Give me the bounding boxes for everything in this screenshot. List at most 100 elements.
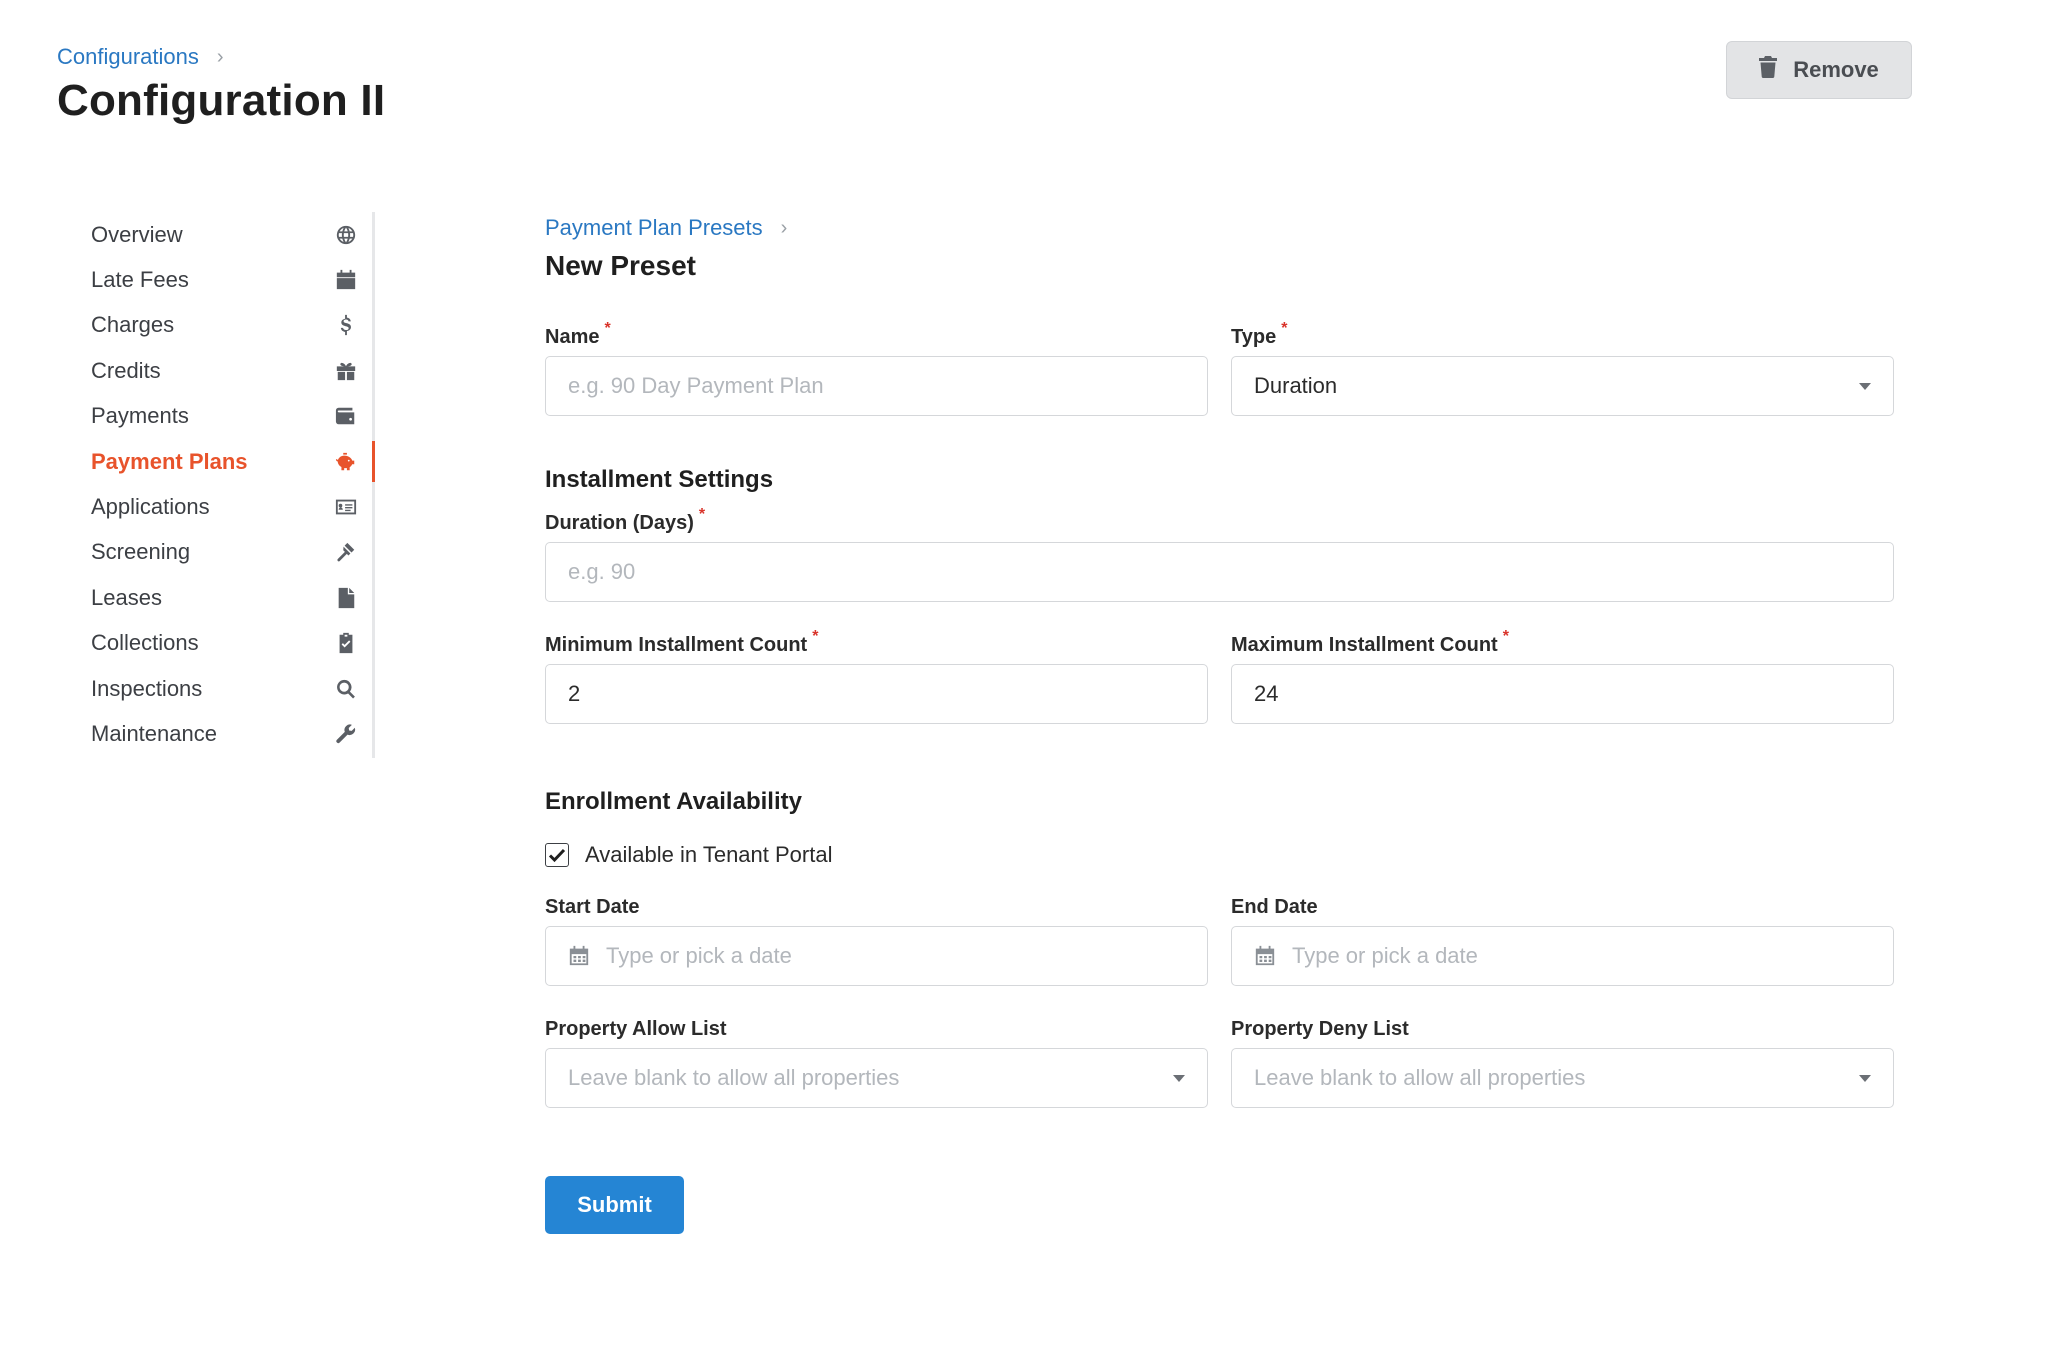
property-list-row: Property Allow List Leave blank to allow… [545,1018,1895,1108]
submit-button[interactable]: Submit [545,1176,684,1234]
preset-form: Payment Plan Presets › New Preset Name *… [545,212,1895,1234]
name-type-row: Name * e.g. 90 Day Payment Plan Type * D… [545,320,1895,416]
name-label-text: Name [545,326,600,348]
tenant-portal-checkbox[interactable] [545,843,569,867]
type-select-value: Duration [1254,373,1338,398]
max-count-label: Maximum Installment Count * [1231,628,1894,664]
sidebar-item-overview[interactable]: Overview [57,212,372,257]
name-input[interactable]: e.g. 90 Day Payment Plan [545,356,1208,416]
chevron-right-icon: › [780,216,788,239]
sidebar-item-label: Leases [91,584,162,610]
breadcrumb: Configurations › [57,44,224,70]
min-count-input[interactable]: 2 [545,664,1208,724]
installment-count-row: Minimum Installment Count * 2 Maximum In… [545,628,1895,724]
gavel-icon [334,540,358,564]
sidebar-item-screening[interactable]: Screening [57,530,372,575]
calendar-icon [334,268,358,292]
sidebar-item-inspections[interactable]: Inspections [57,666,372,711]
required-marker: * [604,320,611,337]
remove-button-label: Remove [1793,57,1879,82]
sidebar-item-applications[interactable]: Applications [57,484,372,529]
enrollment-availability-heading: Enrollment Availability [545,788,802,815]
sidebar-item-payment-plans[interactable]: Payment Plans [57,439,375,484]
sidebar-item-payments[interactable]: Payments [57,394,372,439]
start-date-input[interactable]: Type or pick a date [545,926,1208,986]
end-date-label: End Date [1231,896,1318,918]
duration-row: Duration (Days) * e.g. 90 [545,506,1895,602]
required-marker: * [1281,320,1288,337]
duration-label: Duration (Days) * [545,506,1894,542]
sidebar-item-label: Overview [91,221,183,247]
sidebar-item-maintenance[interactable]: Maintenance [57,711,372,756]
sidebar-item-label: Credits [91,357,161,383]
allow-list-field-group: Property Allow List Leave blank to allow… [545,1018,1208,1108]
caret-down-icon [1859,1074,1871,1082]
max-count-input[interactable]: 24 [1231,664,1894,724]
required-marker: * [812,628,819,645]
sidebar-item-label: Charges [91,312,175,338]
sidebar-item-label: Maintenance [91,720,217,746]
name-field-group: Name * e.g. 90 Day Payment Plan [545,320,1208,416]
sidebar-item-label: Late Fees [91,267,189,293]
deny-list-select[interactable]: Leave blank to allow all properties [1231,1048,1894,1108]
deny-list-placeholder: Leave blank to allow all properties [1254,1065,1586,1090]
remove-button[interactable]: Remove [1726,41,1912,99]
sidebar-item-charges[interactable]: Charges [57,303,372,348]
allow-list-select[interactable]: Leave blank to allow all properties [545,1048,1208,1108]
end-date-placeholder: Type or pick a date [1292,943,1478,968]
calendar-icon [568,945,590,967]
page: Configurations › Configuration II Remove… [0,0,2048,1355]
search-icon [334,677,358,701]
gift-icon [334,359,358,383]
required-marker: * [1502,628,1509,645]
breadcrumb-payment-plan-presets-link[interactable]: Payment Plan Presets [545,215,763,241]
duration-input-placeholder: e.g. 90 [568,559,636,584]
type-label-text: Type [1231,326,1277,348]
page-title: Configuration II [57,76,386,125]
file-icon [334,586,358,610]
start-date-field-group: Start Date Type or pick a date [545,896,1208,986]
date-row: Start Date Type or pick a date End Date … [545,896,1895,986]
wrench-icon [334,722,358,746]
type-field-group: Type * Duration [1231,320,1894,416]
sidebar-item-label: Payments [91,403,189,429]
sidebar-item-leases[interactable]: Leases [57,575,372,620]
sidebar-item-late-fees[interactable]: Late Fees [57,257,372,302]
allow-list-placeholder: Leave blank to allow all properties [568,1065,900,1090]
sidebar-item-label: Collections [91,630,199,656]
sidebar-item-collections[interactable]: Collections [57,621,372,666]
allow-list-label: Property Allow List [545,1018,727,1040]
name-label: Name * [545,320,1208,356]
min-count-field-group: Minimum Installment Count * 2 [545,628,1208,724]
sidebar-item-label: Payment Plans [91,448,248,474]
start-date-label: Start Date [545,896,640,918]
tenant-portal-option[interactable]: Available in Tenant Portal [545,842,1895,868]
piggy-bank-icon [334,450,358,474]
duration-field-group: Duration (Days) * e.g. 90 [545,506,1894,602]
max-count-label-text: Maximum Installment Count [1231,634,1498,656]
min-count-label-text: Minimum Installment Count [545,634,808,656]
duration-input[interactable]: e.g. 90 [545,542,1894,602]
breadcrumb-configurations-link[interactable]: Configurations [57,44,199,70]
caret-down-icon [1173,1074,1185,1082]
globe-icon [334,223,358,247]
sidebar-item-label: Screening [91,539,191,565]
chevron-right-icon: › [216,45,224,68]
id-card-icon [334,495,358,519]
dollar-icon [334,313,358,337]
duration-label-text: Duration (Days) [545,512,694,534]
max-count-input-value: 24 [1254,681,1279,706]
sidebar-item-label: Inspections [91,675,203,701]
type-select[interactable]: Duration [1231,356,1894,416]
name-input-placeholder: e.g. 90 Day Payment Plan [568,373,824,398]
end-date-input[interactable]: Type or pick a date [1231,926,1894,986]
trash-icon [1759,56,1778,84]
form-title: New Preset [545,250,696,281]
caret-down-icon [1859,382,1871,390]
clipboard-check-icon [334,631,358,655]
tenant-portal-label: Available in Tenant Portal [585,842,833,867]
start-date-placeholder: Type or pick a date [606,943,792,968]
sidebar-item-credits[interactable]: Credits [57,348,372,393]
calendar-icon [1254,945,1276,967]
settings-sidebar: Overview Late Fees Charges Credits Payme… [57,212,375,758]
